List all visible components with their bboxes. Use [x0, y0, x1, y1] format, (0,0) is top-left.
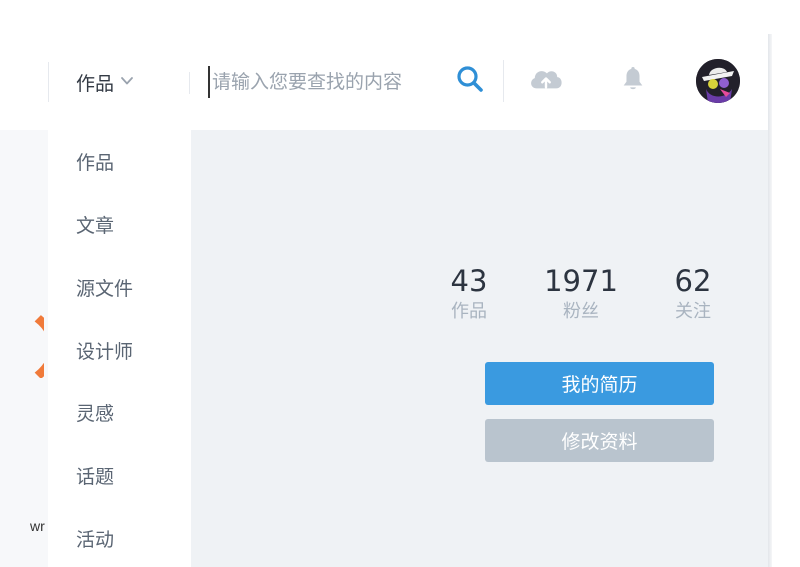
stat-followers[interactable]: 1971 粉丝 [531, 264, 631, 324]
dropdown-item-articles[interactable]: 文章 [76, 211, 114, 241]
search-input[interactable] [208, 66, 444, 98]
background-partial-text: wr [30, 518, 45, 534]
notification-button[interactable] [616, 64, 650, 98]
my-resume-button[interactable]: 我的简历 [485, 362, 714, 405]
header-divider [48, 62, 49, 102]
edit-profile-button[interactable]: 修改资料 [485, 419, 714, 462]
stat-value: 62 [674, 264, 712, 298]
stat-value: 1971 [544, 264, 618, 298]
dropdown-item-designers[interactable]: 设计师 [76, 337, 133, 367]
category-dropdown: 作品 文章 源文件 设计师 灵感 话题 活动 [48, 130, 191, 567]
search-button[interactable] [453, 64, 487, 98]
header-divider [189, 72, 190, 94]
dropdown-item-works[interactable]: 作品 [76, 148, 114, 178]
dropdown-item-topics[interactable]: 话题 [76, 462, 114, 492]
profile-panel: 43 作品 1971 粉丝 62 关注 我的简历 修改资料 [191, 130, 768, 567]
stat-value: 43 [450, 264, 488, 298]
stat-label: 作品 [451, 301, 487, 322]
panel-edge-shadow [768, 34, 772, 567]
avatar[interactable] [696, 59, 740, 103]
stat-label: 关注 [675, 301, 711, 322]
background-orange-arc [0, 298, 44, 378]
dropdown-item-inspiration[interactable]: 灵感 [76, 399, 114, 429]
dropdown-item-events[interactable]: 活动 [76, 525, 114, 555]
dropdown-item-source-files[interactable]: 源文件 [76, 274, 133, 304]
chevron-down-icon [120, 73, 134, 92]
cloud-upload-icon [527, 65, 565, 97]
upload-button[interactable] [526, 64, 566, 98]
stat-works[interactable]: 43 作品 [429, 264, 509, 324]
category-label: 作品 [76, 72, 115, 95]
bell-icon [619, 65, 647, 97]
top-header: 作品 [48, 40, 768, 130]
stat-label: 粉丝 [563, 301, 599, 322]
search-icon [455, 64, 485, 98]
stat-following[interactable]: 62 关注 [653, 264, 733, 324]
header-divider [503, 60, 504, 102]
category-selector[interactable]: 作品 [76, 66, 134, 98]
